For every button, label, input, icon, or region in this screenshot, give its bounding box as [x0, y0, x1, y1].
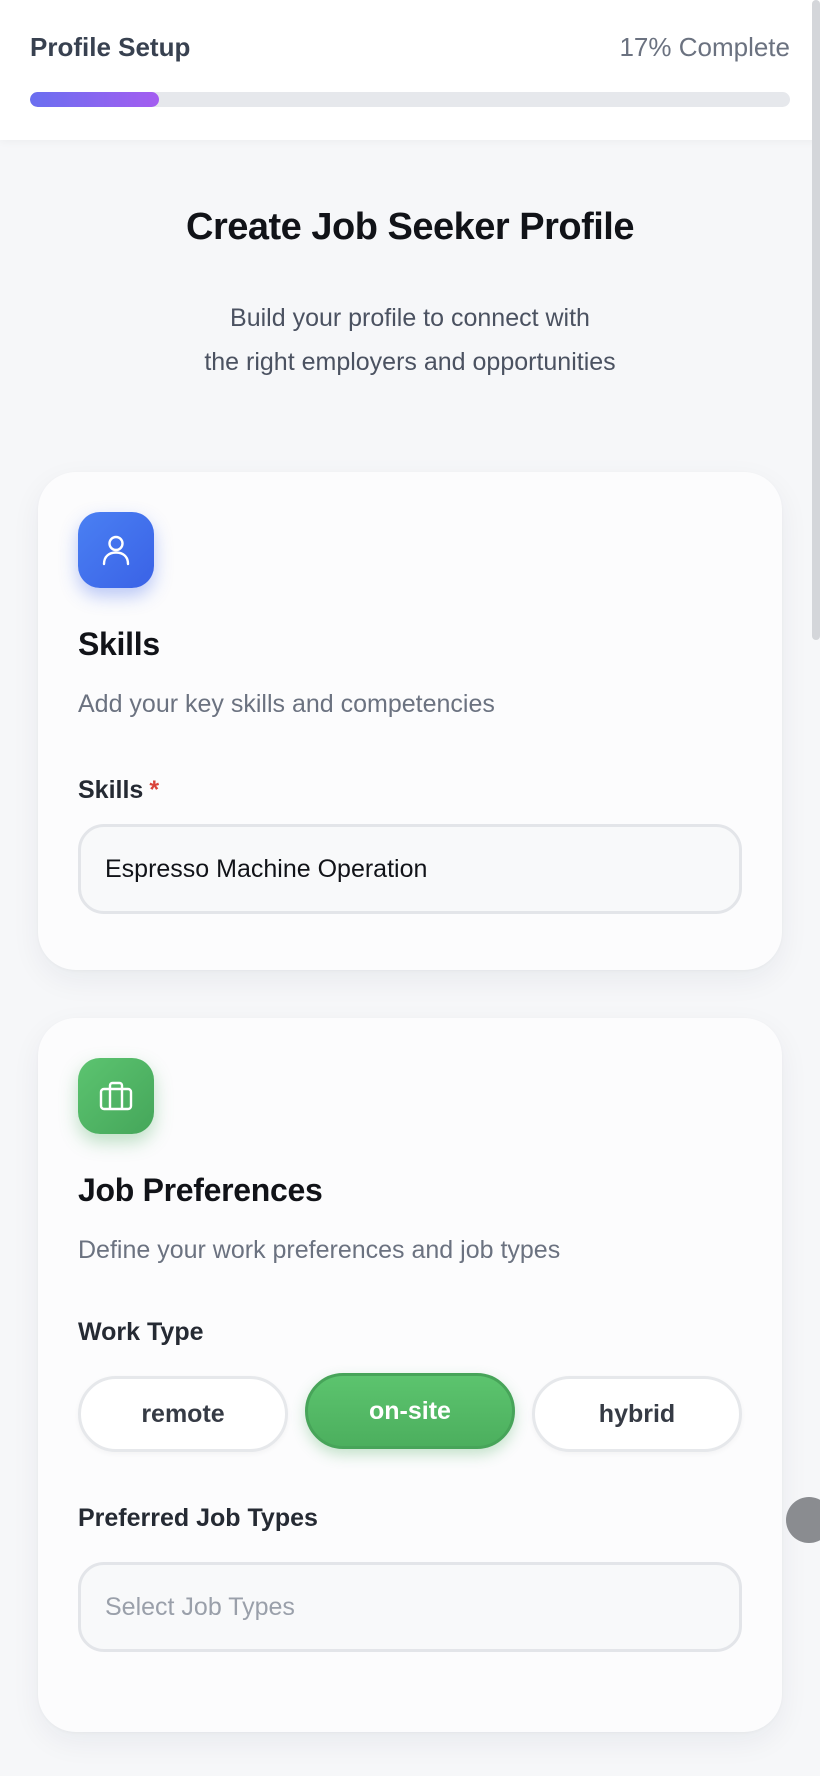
- progress-percentage: 17% Complete: [619, 32, 790, 62]
- progress-bar-fill: [30, 92, 160, 107]
- header-title: Profile Setup: [30, 32, 191, 62]
- progress-bar: [30, 92, 790, 107]
- page-scrollbar[interactable]: [812, 0, 820, 640]
- preferred-job-types-label: Preferred Job Types: [78, 1504, 318, 1532]
- work-type-on-site-button[interactable]: on-site: [305, 1373, 515, 1449]
- page-subtitle-line-2: the right employers and opportunities: [204, 348, 616, 376]
- skills-heading: Skills: [78, 626, 160, 662]
- job-preferences-description: Define your work preferences and job typ…: [78, 1236, 561, 1264]
- progress-header: Profile Setup 17% Complete: [0, 0, 820, 140]
- skills-input[interactable]: [78, 824, 742, 914]
- briefcase-icon: [78, 1058, 154, 1134]
- skills-card: Skills Add your key skills and competenc…: [38, 472, 782, 970]
- work-type-hybrid-button[interactable]: hybrid: [532, 1376, 742, 1452]
- required-asterisk: *: [149, 776, 160, 804]
- skills-description: Add your key skills and competencies: [78, 690, 495, 718]
- work-type-remote-button[interactable]: remote: [78, 1376, 288, 1452]
- progress-header-row: Profile Setup 17% Complete: [30, 32, 790, 63]
- work-type-label: Work Type: [78, 1318, 204, 1346]
- scroll-handle[interactable]: [786, 1497, 820, 1543]
- job-preferences-heading: Job Preferences: [78, 1172, 323, 1208]
- skills-field-label: Skills *: [78, 776, 159, 805]
- profile-setup-page: Profile Setup 17% Complete Create Job Se…: [0, 0, 820, 1776]
- work-type-options: remote on-site hybrid: [78, 1373, 742, 1452]
- job-preferences-card: Job Preferences Define your work prefere…: [38, 1018, 782, 1732]
- page-subtitle: Build your profile to connect with the r…: [100, 296, 720, 384]
- skills-label-text: Skills: [78, 776, 144, 804]
- page-subtitle-line-1: Build your profile to connect with: [230, 304, 590, 332]
- page-title: Create Job Seeker Profile: [186, 206, 634, 248]
- job-types-select[interactable]: [78, 1562, 742, 1652]
- user-icon: [78, 512, 154, 588]
